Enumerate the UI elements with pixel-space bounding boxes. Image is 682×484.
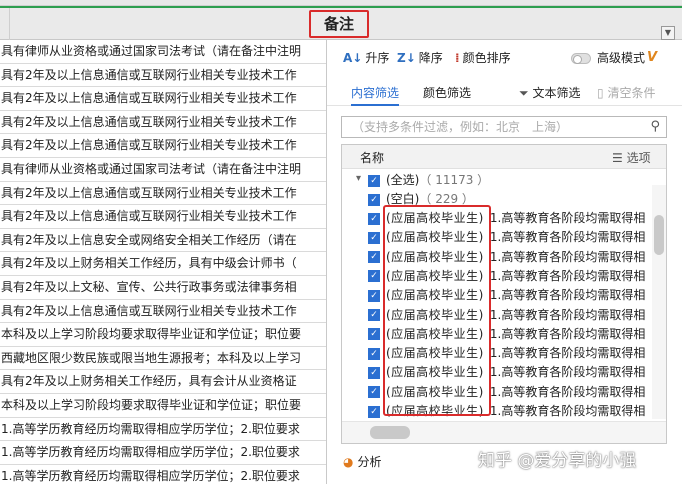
scrollbar-thumb[interactable]	[654, 215, 664, 255]
highlight-annotation-box	[383, 205, 491, 416]
list-item-select-all[interactable]: ✓ (全选) （ 11173 ）	[368, 171, 489, 190]
checkbox-checked-icon[interactable]: ✓	[368, 347, 380, 360]
table-row[interactable]: 具有2年及以上信息通信或互联网行业相关专业技术工作	[0, 87, 330, 111]
sort-desc-icon: Z↓	[397, 51, 416, 65]
table-row[interactable]: 具有2年及以上信息安全或网络安全相关工作经历（请在	[0, 229, 330, 253]
pie-chart-icon: ◕	[343, 455, 354, 469]
list-item-suffix: 1.高等教育各阶段均需取得相	[489, 404, 646, 418]
table-row[interactable]: 本科及以上学习阶段均要求取得毕业证和学位证；职位要	[0, 323, 330, 347]
list-item-suffix: 1.高等教育各阶段均需取得相	[489, 346, 646, 361]
table-row[interactable]: 1.高等学历教育经历均需取得相应学历学位；2.职位要求	[0, 465, 330, 484]
checkbox-checked-icon[interactable]: ✓	[368, 212, 380, 225]
sort-asc-icon: A↓	[343, 51, 363, 65]
list-item-suffix: 1.高等教育各阶段均需取得相	[489, 365, 646, 380]
table-row[interactable]: 具有2年及以上信息通信或互联网行业相关专业技术工作	[0, 205, 330, 229]
prev-column-header[interactable]	[0, 8, 10, 40]
table-row[interactable]: 具有律师从业资格或通过国家司法考试（请在备注中注明	[0, 40, 330, 64]
table-row[interactable]: 1.高等学历教育经历均需取得相应学历学位；2.职位要求	[0, 418, 330, 442]
list-item-suffix: 1.高等教育各阶段均需取得相	[489, 249, 646, 264]
list-item-suffix: 1.高等教育各阶段均需取得相	[489, 230, 646, 245]
analyze-button[interactable]: ◕ 分析	[343, 452, 382, 472]
options-label: 选项	[626, 151, 651, 165]
sort-asc-label: 升序	[365, 51, 390, 65]
table-row[interactable]: 具有2年及以上信息通信或互联网行业相关专业技术工作	[0, 134, 330, 158]
checkbox-checked-icon[interactable]: ✓	[368, 193, 380, 206]
column-header-remark[interactable]: 备注	[309, 10, 369, 38]
table-row[interactable]: 1.高等学历教育经历均需取得相应学历学位；2.职位要求	[0, 441, 330, 465]
table-row[interactable]: 具有2年及以上财务相关工作经历，具有中级会计师书（	[0, 252, 330, 276]
column-header-row: 备注 ▼	[0, 6, 682, 40]
sort-asc-button[interactable]: A↓ 升序	[343, 48, 389, 68]
list-vertical-scrollbar[interactable]	[652, 185, 666, 419]
text-filter-label: 文本筛选	[532, 86, 581, 100]
tab-color-filter[interactable]: 颜色筛选	[423, 84, 471, 106]
table-row[interactable]: 本科及以上学习阶段均要求取得毕业证和学位证；职位要	[0, 394, 330, 418]
text-filter-button[interactable]: ⏷ 文本筛选	[519, 84, 580, 106]
list-item-suffix: 1.高等教育各阶段均需取得相	[489, 307, 646, 322]
checkbox-checked-icon[interactable]: ✓	[368, 289, 380, 302]
clear-conditions-label: 清空条件	[607, 86, 656, 100]
filter-tabs: 内容筛选 颜色筛选 ⏷ 文本筛选 ▯ 清空条件	[327, 84, 682, 106]
list-item-suffix: 1.高等教育各阶段均需取得相	[489, 288, 646, 303]
sort-desc-label: 降序	[418, 51, 443, 65]
list-header-name: 名称	[360, 151, 385, 165]
menu-lines-icon: ☰	[612, 151, 623, 165]
clear-conditions-button[interactable]: ▯ 清空条件	[597, 84, 655, 106]
options-button[interactable]: ☰ 选项	[612, 149, 651, 166]
checkbox-checked-icon[interactable]: ✓	[368, 231, 380, 244]
table-row[interactable]: 具有2年及以上财务相关工作经历，具有会计从业资格证	[0, 370, 330, 394]
filter-dropdown-button[interactable]: ▼	[661, 26, 675, 40]
checkbox-checked-icon[interactable]: ✓	[368, 270, 380, 283]
funnel-icon: ⏷	[519, 86, 529, 100]
search-placeholder: （支持多条件过滤，例如：北京 上海）	[352, 120, 569, 134]
list-item-suffix: 1.高等教育各阶段均需取得相	[489, 326, 646, 341]
tab-content-filter[interactable]: 内容筛选	[351, 84, 400, 106]
sheet-cells: 具有律师从业资格或通过国家司法考试（请在备注中注明 具有2年及以上信息通信或互联网…	[0, 40, 330, 484]
analyze-label: 分析	[357, 455, 382, 469]
checkbox-checked-icon[interactable]: ✓	[368, 366, 380, 379]
table-row[interactable]: 西藏地区限少数民族或限当地生源报考；本科及以上学习	[0, 347, 330, 371]
checkbox-checked-icon[interactable]: ✓	[368, 386, 380, 399]
list-item-suffix: 1.高等教育各阶段均需取得相	[489, 384, 646, 399]
checkbox-checked-icon[interactable]: ✓	[368, 309, 380, 321]
watermark: 知乎 @爱分享的小强	[478, 451, 637, 471]
color-sort-icon: ⁞	[455, 51, 460, 65]
list-item-suffix: 1.高等教育各阶段均需取得相	[489, 211, 646, 225]
search-icon[interactable]: ⚲	[650, 119, 660, 134]
table-row[interactable]: 具有2年及以上信息通信或互联网行业相关专业技术工作	[0, 64, 330, 88]
checkbox-checked-icon[interactable]: ✓	[368, 328, 380, 341]
table-row[interactable]: 具有律师从业资格或通过国家司法考试（请在备注中注明	[0, 158, 330, 182]
select-all-label: (全选)	[386, 173, 420, 187]
filter-panel: A↓ 升序 Z↓ 降序 ⁞ 颜色排序 高级模式 V 内容筛选 颜色筛选 ⏷ 文本…	[326, 40, 682, 484]
checkbox-checked-icon[interactable]: ✓	[368, 174, 380, 187]
color-sort-label: 颜色排序	[462, 51, 511, 65]
list-header: 名称 ☰ 选项	[342, 145, 666, 169]
table-row[interactable]: 具有2年及以上信息通信或互联网行业相关专业技术工作	[0, 111, 330, 135]
list-item-suffix: 1.高等教育各阶段均需取得相	[489, 268, 646, 283]
advanced-mode-label: 高级模式	[597, 51, 646, 65]
filter-search-input[interactable]: （支持多条件过滤，例如：北京 上海） ⚲	[341, 116, 667, 138]
vip-badge-icon: V	[647, 50, 658, 65]
tree-arrow-icon: ▾	[356, 173, 362, 184]
sort-desc-button[interactable]: Z↓ 降序	[397, 48, 443, 68]
checkbox-checked-icon[interactable]: ✓	[368, 405, 380, 418]
table-row[interactable]: 具有2年及以上文秘、宣传、公共行政事务或法律事务相	[0, 276, 330, 300]
checkbox-checked-icon[interactable]: ✓	[368, 251, 380, 264]
scrollbar-thumb[interactable]	[370, 426, 410, 439]
color-sort-button[interactable]: ⁞ 颜色排序	[455, 48, 511, 68]
trash-icon: ▯	[597, 86, 604, 100]
table-row[interactable]: 具有2年及以上信息通信或互联网行业相关专业技术工作	[0, 300, 330, 324]
table-row[interactable]: 具有2年及以上信息通信或互联网行业相关专业技术工作	[0, 182, 330, 206]
select-all-count: （ 11173 ）	[419, 173, 490, 187]
list-horizontal-scrollbar[interactable]	[342, 421, 666, 443]
advanced-mode-toggle[interactable]	[571, 53, 591, 64]
